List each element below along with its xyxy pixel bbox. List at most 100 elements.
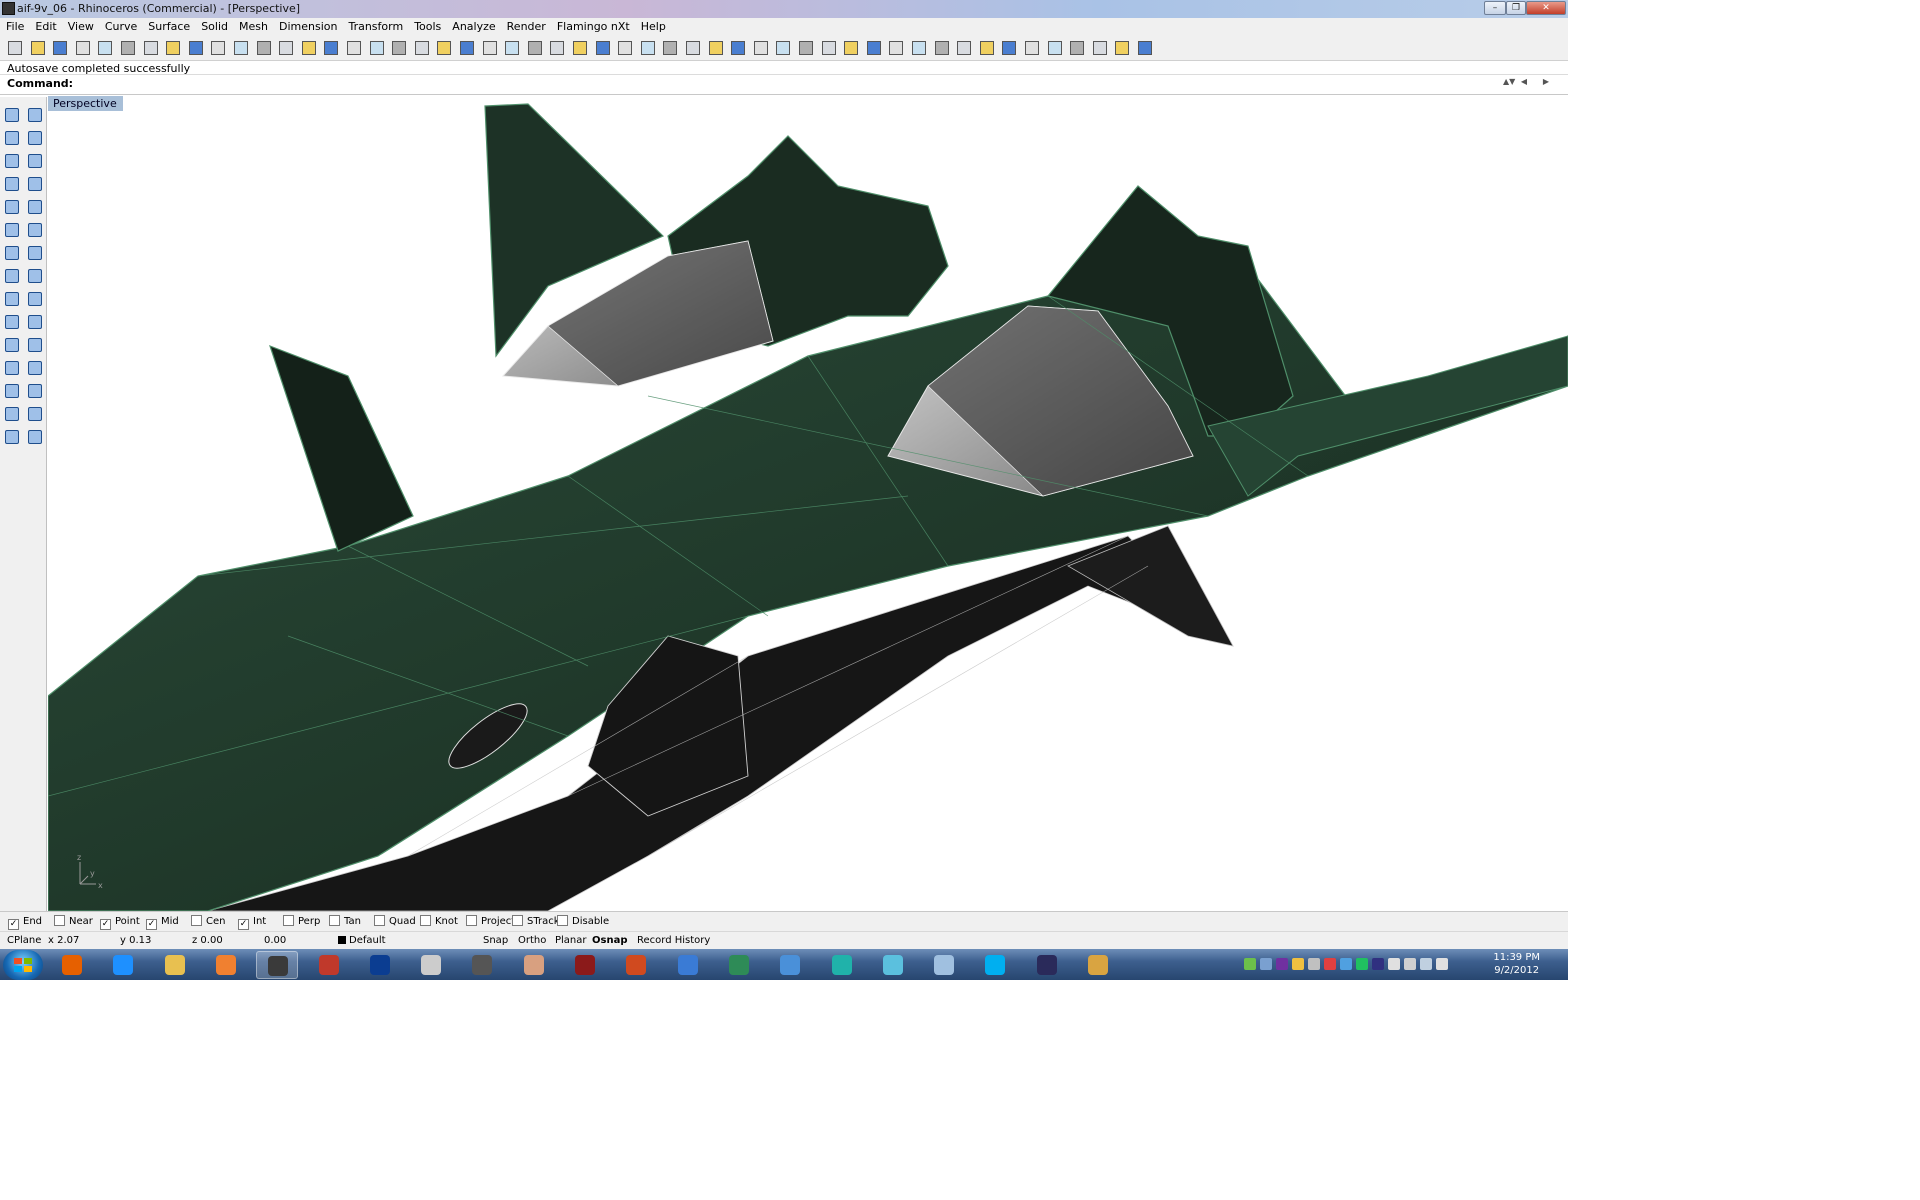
join-icon[interactable] — [3, 336, 21, 354]
tray-icon[interactable] — [1324, 958, 1336, 970]
tray-icon[interactable] — [1340, 958, 1352, 970]
trim-icon[interactable] — [1024, 40, 1040, 56]
scale-icon[interactable] — [26, 382, 44, 400]
zoom-icon[interactable] — [256, 40, 272, 56]
array-icon[interactable] — [3, 405, 21, 423]
taskbar-file-transfer-button[interactable] — [667, 951, 709, 979]
loft-icon[interactable] — [956, 40, 972, 56]
osnap-checkbox[interactable]: ✓ — [238, 919, 249, 930]
mesh-icon[interactable] — [888, 40, 904, 56]
menu-dimension[interactable]: Dimension — [273, 18, 342, 33]
revolve-icon[interactable] — [26, 221, 44, 239]
color-wheel-icon[interactable] — [549, 40, 565, 56]
block-icon[interactable] — [798, 40, 814, 56]
menu-mesh[interactable]: Mesh — [233, 18, 273, 33]
scroll-left-icon[interactable]: ◀ — [1518, 77, 1530, 89]
osnap-checkbox[interactable] — [420, 915, 431, 926]
ellipse-icon[interactable] — [26, 152, 44, 170]
menu-surface[interactable]: Surface — [142, 18, 195, 33]
osnap-perp[interactable]: Perp — [283, 915, 320, 929]
osnap-end[interactable]: ✓ End — [8, 915, 42, 930]
osnap-cen[interactable]: Cen — [191, 915, 225, 929]
osnap-pane[interactable]: Osnap — [592, 935, 627, 946]
offset-icon[interactable] — [26, 359, 44, 377]
render-window-icon[interactable] — [1137, 40, 1153, 56]
car-icon[interactable] — [391, 40, 407, 56]
curve-from-object-icon[interactable] — [3, 359, 21, 377]
tray-icon[interactable] — [1356, 958, 1368, 970]
rectangle-icon[interactable] — [26, 175, 44, 193]
maximize-button[interactable]: ❐ — [1506, 1, 1526, 15]
surface-tool-icon[interactable] — [934, 40, 950, 56]
patch-icon[interactable] — [979, 40, 995, 56]
dimension-icon[interactable] — [685, 40, 701, 56]
curve-tool-icon[interactable] — [866, 40, 882, 56]
osnap-checkbox[interactable] — [191, 915, 202, 926]
surface-icon[interactable] — [3, 221, 21, 239]
osnap-checkbox[interactable]: ✓ — [100, 919, 111, 930]
menu-edit[interactable]: Edit — [29, 18, 61, 33]
undo-icon[interactable] — [188, 40, 204, 56]
explode-icon[interactable] — [3, 290, 21, 308]
viewport-title-tab[interactable]: Perspective — [48, 96, 123, 111]
solid-tools-icon[interactable] — [3, 428, 21, 446]
select-icon[interactable] — [3, 106, 21, 124]
osnap-int[interactable]: ✓ Int — [238, 915, 266, 930]
grid-icon[interactable] — [821, 40, 837, 56]
taskbar-chart-button[interactable] — [872, 951, 914, 979]
osnap-checkbox[interactable]: ✓ — [146, 919, 157, 930]
trim-tool-icon[interactable] — [3, 313, 21, 331]
wireframe-sphere-icon[interactable] — [572, 40, 588, 56]
tray-icon[interactable] — [1372, 958, 1384, 970]
curve-icon[interactable] — [26, 129, 44, 147]
history-scroll-icon[interactable]: ▲▼ — [1503, 77, 1515, 89]
blend-icon[interactable] — [1114, 40, 1130, 56]
rotate-icon[interactable] — [346, 40, 362, 56]
osnap-strack[interactable]: STrack — [512, 915, 560, 929]
new-icon[interactable] — [7, 40, 23, 56]
menu-analyze[interactable]: Analyze — [446, 18, 500, 33]
taskbar-media-player-button[interactable] — [205, 951, 247, 979]
menu-curve[interactable]: Curve — [99, 18, 142, 33]
osnap-knot[interactable]: Knot — [420, 915, 458, 929]
split-icon[interactable] — [1001, 40, 1017, 56]
menu-transform[interactable]: Transform — [342, 18, 408, 33]
command-input[interactable] — [60, 76, 1500, 90]
perspective-viewport[interactable]: z y x Perspective — [48, 96, 1568, 911]
arc-icon[interactable] — [3, 175, 21, 193]
taskbar-archive-button[interactable] — [1077, 951, 1119, 979]
osnap-point[interactable]: ✓ Point — [100, 915, 140, 930]
rhino-app-icon[interactable] — [2, 2, 15, 15]
osnap-checkbox[interactable] — [512, 915, 523, 926]
help-icon[interactable] — [708, 40, 724, 56]
point-icon[interactable] — [26, 106, 44, 124]
aircraft-model[interactable]: z y x — [48, 96, 1568, 911]
taskbar-internet-explorer-button[interactable] — [102, 951, 144, 979]
open-icon[interactable] — [30, 40, 46, 56]
box-solid-icon[interactable] — [3, 244, 21, 262]
import-icon[interactable] — [97, 40, 113, 56]
tray-icon[interactable] — [1404, 958, 1416, 970]
copy-icon[interactable] — [143, 40, 159, 56]
record-history-pane[interactable]: Record History — [637, 935, 710, 946]
polygon-icon[interactable] — [3, 198, 21, 216]
planar-pane[interactable]: Planar — [555, 935, 587, 946]
tray-icon[interactable] — [1308, 958, 1320, 970]
osnap-checkbox[interactable] — [557, 915, 568, 926]
snap-pane[interactable]: Snap — [483, 935, 508, 946]
taskbar-security-button[interactable] — [564, 951, 606, 979]
polyline-icon[interactable] — [3, 129, 21, 147]
shaded-sphere-icon[interactable] — [595, 40, 611, 56]
cut-icon[interactable] — [120, 40, 136, 56]
menu-render[interactable]: Render — [501, 18, 551, 33]
fillet-icon[interactable] — [26, 198, 44, 216]
tray-icon[interactable] — [1276, 958, 1288, 970]
box-icon[interactable] — [730, 40, 746, 56]
sweep-icon[interactable] — [1092, 40, 1108, 56]
osnap-checkbox[interactable] — [283, 915, 294, 926]
layer-icon[interactable] — [527, 40, 543, 56]
light-icon[interactable] — [482, 40, 498, 56]
start-button[interactable] — [3, 950, 43, 980]
taskbar-firefox-button[interactable] — [51, 951, 93, 979]
taskbar-calculator-button[interactable] — [923, 951, 965, 979]
